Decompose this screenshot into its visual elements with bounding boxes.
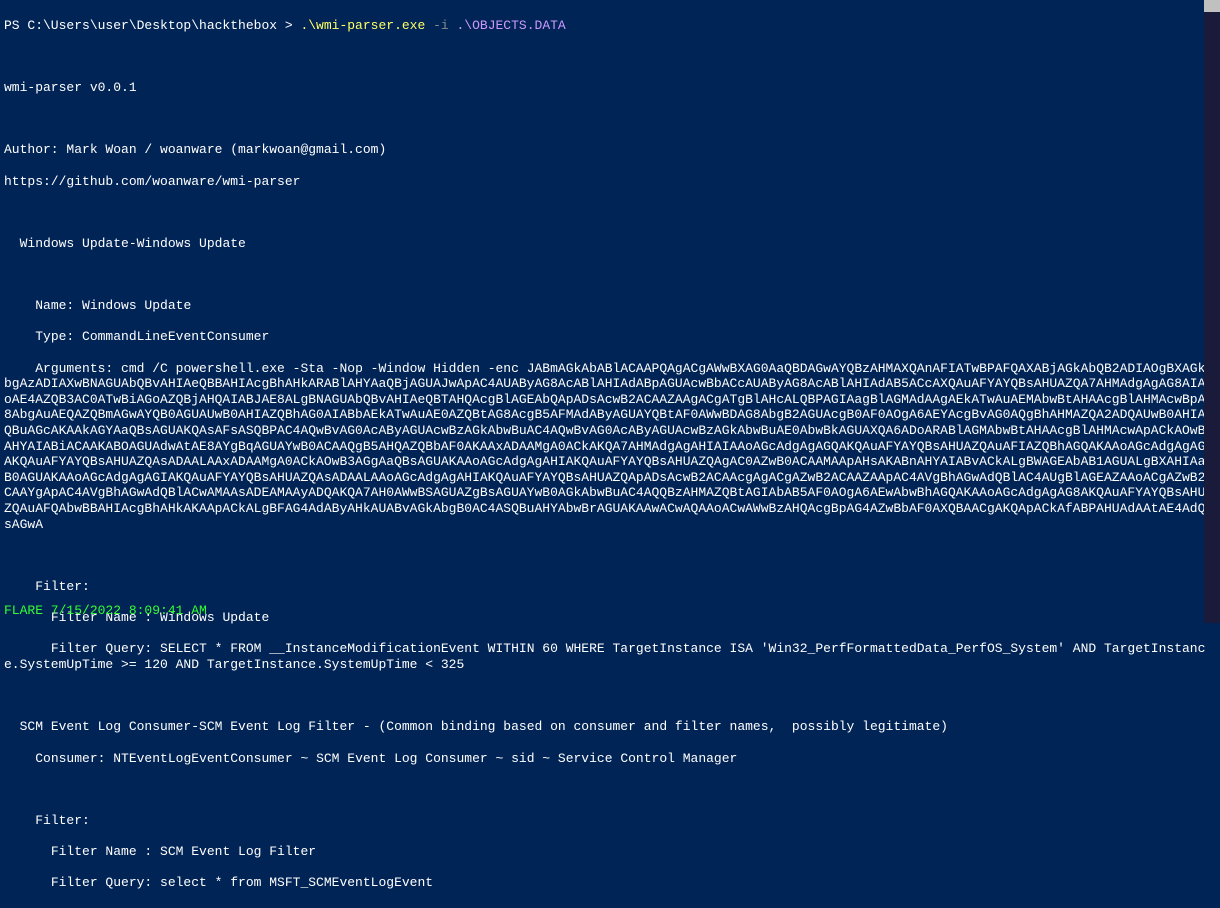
scrollbar-track[interactable] — [1204, 0, 1220, 623]
consumer2-line: Consumer: NTEventLogEventConsumer ~ SCM … — [4, 751, 1216, 767]
name-line: Name: Windows Update — [4, 298, 1216, 314]
arguments-line: Arguments: cmd /C powershell.exe -Sta -N… — [4, 361, 1216, 533]
section1-header: Windows Update-Windows Update — [4, 236, 1216, 252]
terminal-output[interactable]: PS C:\Users\user\Desktop\hackthebox > .\… — [0, 0, 1220, 908]
encoded-blob: JABmAGkAbABlACAAPQAgACgAWwBXAG0AaQBDAGwA… — [4, 361, 1213, 532]
filter2-name-line: Filter Name : SCM Event Log Filter — [4, 844, 1216, 860]
filter2-query-line: Filter Query: select * from MSFT_SCMEven… — [4, 875, 1216, 891]
prompt-datafile: .\OBJECTS.DATA — [457, 18, 566, 33]
url-line: https://github.com/woanware/wmi-parser — [4, 174, 1216, 190]
prompt-path: PS C:\Users\user\Desktop\hackthebox > — [4, 18, 300, 33]
filter2-header: Filter: — [4, 813, 1216, 829]
filter-query-line: Filter Query: SELECT * FROM __InstanceMo… — [4, 641, 1216, 672]
section2-header: SCM Event Log Consumer-SCM Event Log Fil… — [4, 719, 1216, 735]
type-line: Type: CommandLineEventConsumer — [4, 329, 1216, 345]
scrollbar-thumb[interactable] — [1204, 0, 1220, 12]
status-bar: FLARE 7/15/2022 8:09:41 AM — [4, 603, 207, 619]
prompt-executable: .\wmi-parser.exe — [300, 18, 425, 33]
author-line: Author: Mark Woan / woanware (markwoan@g… — [4, 142, 1216, 158]
filter-header: Filter: — [4, 579, 1216, 595]
banner-line: wmi-parser v0.0.1 — [4, 80, 1216, 96]
prompt-flag: -i — [425, 18, 456, 33]
command-line: PS C:\Users\user\Desktop\hackthebox > .\… — [4, 18, 1216, 34]
